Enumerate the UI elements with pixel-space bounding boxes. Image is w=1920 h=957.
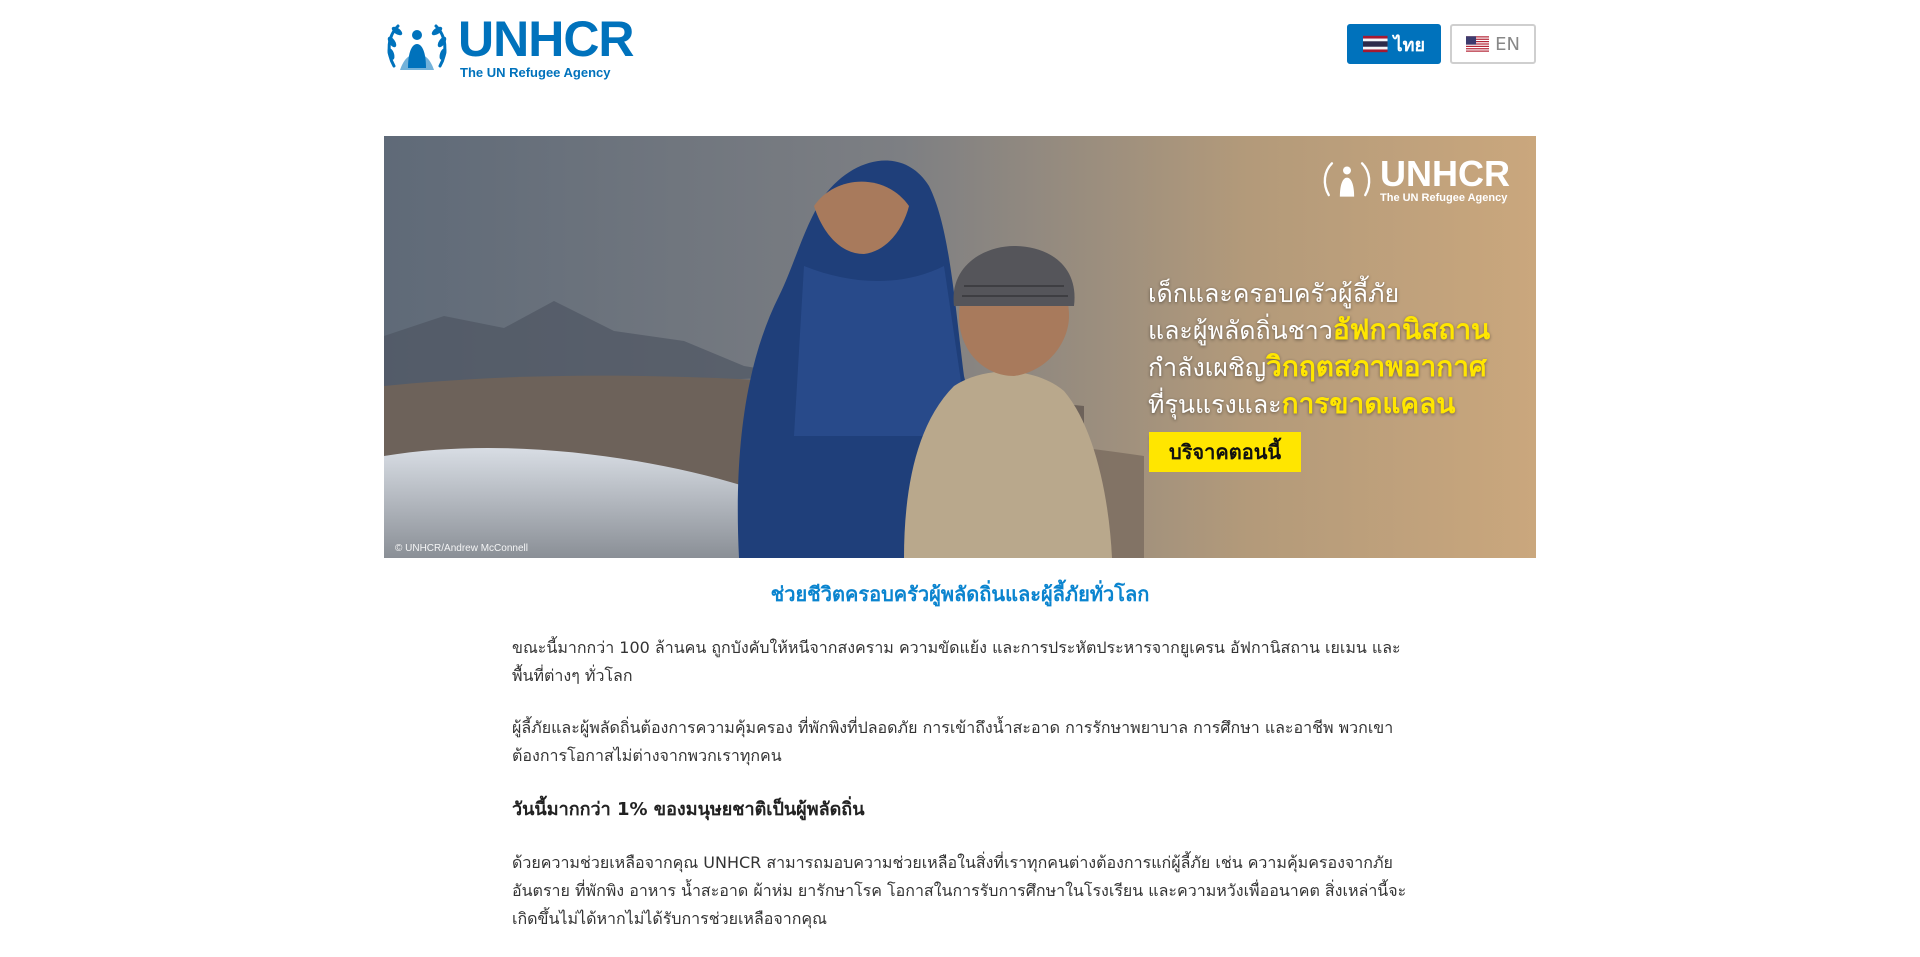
laurel-emblem-icon [387,24,447,70]
banner-logo-name: UNHCR [1380,153,1510,194]
language-switcher: ไทย EN [1347,24,1536,64]
language-label-thai: ไทย [1393,34,1425,56]
paragraph-3: ด้วยความช่วยเหลือจากคุณ UNHCR สามารถมอบค… [512,853,1407,928]
logo-tagline: The UN Refugee Agency [460,65,611,80]
banner-line-3-text: กำลังเผชิญ [1148,353,1267,382]
paragraph-2: ผู้ลี้ภัยและผู้พลัดถิ่นต้องการความคุ้มคร… [512,718,1394,765]
language-label-english: EN [1495,33,1520,55]
hero-banner: UNHCR The UN Refugee Agency เด็กและครอบค… [384,136,1536,558]
content-subheading: วันนี้มากกว่า 1% ของมนุษยชาติเป็นผู้พลัด… [512,799,865,820]
banner-line-2-text: และผู้พลัดถิ่นชาว [1148,316,1333,345]
page: UNHCR The UN Refugee Agency ไทย EN UNHCR… [384,0,1536,928]
donate-now-button[interactable]: บริจาคตอนนี้ [1149,432,1301,472]
banner-line-2-highlight: อัฟกานิสถาน [1332,313,1491,346]
photo-credit: © UNHCR/Andrew McConnell [395,543,528,554]
language-button-thai[interactable]: ไทย [1347,24,1441,64]
banner-line-3-highlight: วิกฤตสภาพอากาศ [1266,350,1487,383]
site-header: UNHCR The UN Refugee Agency ไทย EN [384,0,1536,90]
unhcr-logo[interactable]: UNHCR The UN Refugee Agency [384,11,635,80]
banner-line-3: กำลังเผชิญวิกฤตสภาพอากาศ [1148,349,1536,386]
banner-laurel-emblem-icon [1323,162,1371,197]
banner-logo-tagline: The UN Refugee Agency [1380,192,1508,204]
banner-line-4-text: ที่รุนแรงและ [1148,390,1282,419]
us-flag-icon [1466,36,1490,52]
banner-line-2: และผู้พลัดถิ่นชาวอัฟกานิสถาน [1148,312,1536,349]
paragraph-1: ขณะนี้มากกว่า 100 ล้านคน ถูกบังคับให้หนี… [512,638,1401,685]
language-button-english[interactable]: EN [1450,24,1536,64]
logo-name: UNHCR [458,11,635,67]
banner-unhcr-logo: UNHCR The UN Refugee Agency [1320,156,1510,204]
thai-flag-icon [1363,35,1388,53]
content-headline: ช่วยชีวิตครอบครัวผู้พลัดถิ่นและผู้ลี้ภัย… [770,582,1150,606]
main-content: ช่วยชีวิตครอบครัวผู้พลัดถิ่นและผู้ลี้ภัย… [512,578,1408,957]
banner-line-1: เด็กและครอบครัวผู้ลี้ภัย [1148,279,1400,308]
